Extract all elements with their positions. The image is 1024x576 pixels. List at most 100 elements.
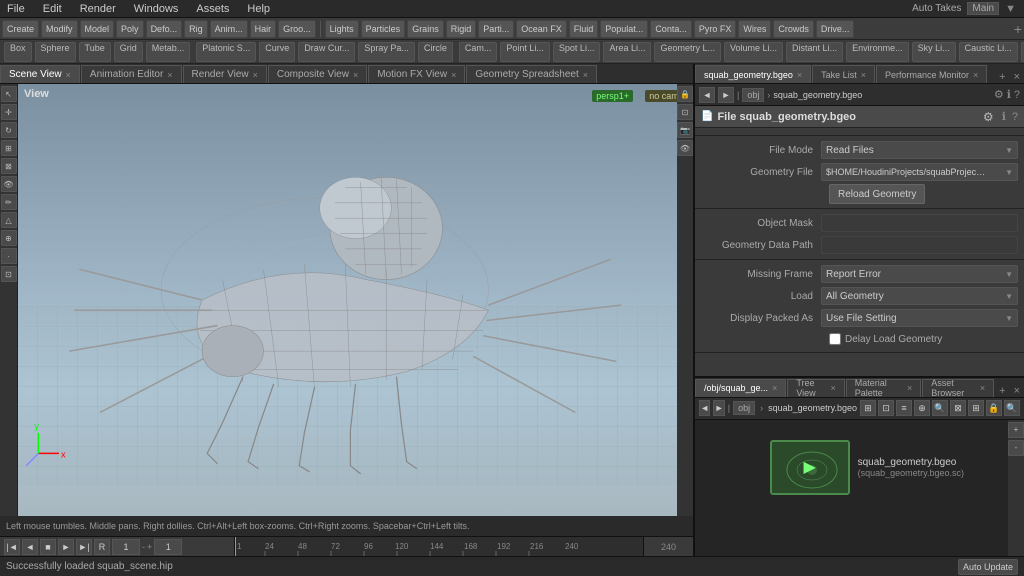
tab-material-palette[interactable]: Material Palette × — [846, 379, 921, 397]
tab-close-obj[interactable]: × — [772, 383, 777, 393]
tab-scene-view[interactable]: Scene View × — [0, 65, 80, 83]
toolbar-pyro[interactable]: Pyro FX — [694, 20, 737, 38]
menu-help[interactable]: Help — [244, 3, 273, 15]
toolbar-modify[interactable]: Modify — [41, 20, 78, 38]
toolbar-drive[interactable]: Drive... — [816, 20, 855, 38]
nc-fwd[interactable]: ► — [713, 400, 724, 416]
toolbar-conta[interactable]: Conta... — [650, 20, 692, 38]
node-play-icon[interactable]: ▶ — [803, 457, 815, 477]
rc-settings-icon[interactable]: ⚙ — [994, 88, 1004, 101]
shelf-cam[interactable]: Cam... — [459, 42, 498, 62]
toolbar-rig[interactable]: Rig — [184, 20, 208, 38]
tab-close-squab[interactable]: × — [797, 70, 802, 80]
tab-geo-spread[interactable]: Geometry Spreadsheet × — [466, 65, 597, 83]
tl-prev[interactable]: ◄ — [22, 539, 38, 555]
shelf-portal[interactable]: Portli Li... — [1021, 42, 1024, 62]
shelf-platonic[interactable]: Platonic S... — [196, 42, 256, 62]
right-tabs-plus[interactable]: + — [995, 71, 1009, 83]
menu-edit[interactable]: Edit — [40, 3, 65, 15]
tab-anim-editor[interactable]: Animation Editor × — [81, 65, 182, 83]
nc-icon4[interactable]: ⊕ — [914, 400, 930, 416]
tl-play[interactable]: ► — [58, 539, 74, 555]
shelf-metab[interactable]: Metab... — [146, 42, 191, 62]
toolbar-create[interactable]: Create — [2, 20, 39, 38]
toolbar-groo[interactable]: Groo... — [278, 20, 316, 38]
right-tabs-close[interactable]: × — [1010, 71, 1024, 83]
viewport-3d[interactable]: View persp1+ no cam+ — [18, 84, 693, 516]
tab-asset-browser[interactable]: Asset Browser × — [922, 379, 994, 397]
missing-frame-dropdown[interactable]: Report Error ▼ — [821, 265, 1018, 283]
tl-stop[interactable]: ■ — [40, 539, 56, 555]
tool-transform[interactable]: ⊠ — [1, 158, 17, 174]
tool-snap[interactable]: ⊕ — [1, 230, 17, 246]
nc-icon8[interactable]: 🔒 — [986, 400, 1002, 416]
nc-icon2[interactable]: ⊡ — [878, 400, 894, 416]
toolbar-wires[interactable]: Wires — [738, 20, 771, 38]
vp-vis-icon[interactable]: 👁 — [677, 140, 693, 156]
tl-frame-input[interactable] — [112, 539, 140, 555]
node-canvas[interactable]: ▶ squab_geometry.bgeo (squab_geometry.bg… — [695, 420, 1024, 556]
toolbar-rigid[interactable]: Rigid — [446, 20, 477, 38]
shelf-sphere[interactable]: Sphere — [35, 42, 76, 62]
tab-close-tree[interactable]: × — [831, 383, 836, 393]
node-thumbnail[interactable]: ▶ — [770, 440, 850, 495]
toolbar-plus[interactable]: + — [1014, 21, 1022, 37]
tl-minus[interactable]: - — [142, 542, 145, 552]
rc-info-icon[interactable]: ℹ — [1007, 88, 1011, 101]
node-tool-1[interactable]: + — [1008, 422, 1024, 438]
nc-icon5[interactable]: 🔍 — [932, 400, 948, 416]
tl-plus[interactable]: + — [147, 542, 152, 552]
tab-close-material[interactable]: × — [907, 383, 912, 393]
shelf-sky-li[interactable]: Sky Li... — [912, 42, 956, 62]
load-dropdown[interactable]: All Geometry ▼ — [821, 287, 1018, 305]
auto-update-btn[interactable]: Auto Update — [958, 559, 1018, 575]
toolbar-lights[interactable]: Lights — [325, 20, 359, 38]
nc-icon1[interactable]: ⊞ — [860, 400, 876, 416]
nc-icon6[interactable]: ⊠ — [950, 400, 966, 416]
file-info-icon[interactable]: ℹ — [1002, 110, 1006, 123]
toolbar-populat[interactable]: Populat... — [600, 20, 648, 38]
toolbar-defo[interactable]: Defo... — [146, 20, 183, 38]
timeline-ruler[interactable]: 1 24 48 72 96 120 144 168 192 216 240 — [235, 537, 643, 557]
shelf-spray[interactable]: Spray Pa... — [358, 42, 415, 62]
nc-zoom[interactable]: 🔍 — [1004, 400, 1020, 416]
tab-close-anim[interactable]: × — [167, 70, 172, 80]
file-help-icon[interactable]: ? — [1012, 111, 1018, 123]
shelf-dist-li[interactable]: Distant Li... — [786, 42, 843, 62]
obj-mask-value[interactable] — [821, 214, 1018, 232]
menu-file[interactable]: File — [4, 3, 28, 15]
menu-windows[interactable]: Windows — [131, 3, 182, 15]
delay-load-checkbox[interactable] — [829, 333, 841, 345]
display-packed-dropdown[interactable]: Use File Setting ▼ — [821, 309, 1018, 327]
tab-obj-squab[interactable]: /obj/squab_ge... × — [695, 379, 786, 397]
tool-rotate[interactable]: ↻ — [1, 122, 17, 138]
toolbar-grains[interactable]: Grains — [407, 20, 444, 38]
shelf-caustic[interactable]: Caustic Li... — [959, 42, 1018, 62]
tab-close-motion[interactable]: × — [451, 70, 456, 80]
vp-lock-icon[interactable]: 🔒 — [677, 86, 693, 102]
nc-icon7[interactable]: ⊞ — [968, 400, 984, 416]
tl-realtime[interactable]: R — [94, 539, 110, 555]
tab-close-take[interactable]: × — [861, 70, 866, 80]
tool-select[interactable]: ↖ — [1, 86, 17, 102]
reload-btn[interactable]: Reload Geometry — [829, 184, 925, 204]
tl-next[interactable]: ►| — [76, 539, 92, 555]
tab-perf-monitor[interactable]: Performance Monitor × — [876, 65, 987, 83]
tool-handles[interactable]: ⊡ — [1, 266, 17, 282]
tool-paint[interactable]: ✏ — [1, 194, 17, 210]
toolbar-parti[interactable]: Parti... — [478, 20, 514, 38]
shelf-tube[interactable]: Tube — [79, 42, 111, 62]
shelf-vol-li[interactable]: Volume Li... — [724, 42, 783, 62]
nc-back[interactable]: ◄ — [699, 400, 710, 416]
menu-render[interactable]: Render — [77, 3, 119, 15]
shelf-grid[interactable]: Grid — [114, 42, 143, 62]
tool-view[interactable]: 👁 — [1, 176, 17, 192]
tool-scale[interactable]: ⊞ — [1, 140, 17, 156]
tab-close-asset[interactable]: × — [980, 383, 985, 393]
rc-help-icon[interactable]: ? — [1014, 89, 1020, 101]
toolbar-hair[interactable]: Hair — [250, 20, 277, 38]
shelf-point-li[interactable]: Point Li... — [500, 42, 550, 62]
tab-close-render[interactable]: × — [253, 70, 258, 80]
file-settings-icon[interactable]: ⚙ — [983, 110, 994, 124]
toolbar-model[interactable]: Model — [80, 20, 115, 38]
